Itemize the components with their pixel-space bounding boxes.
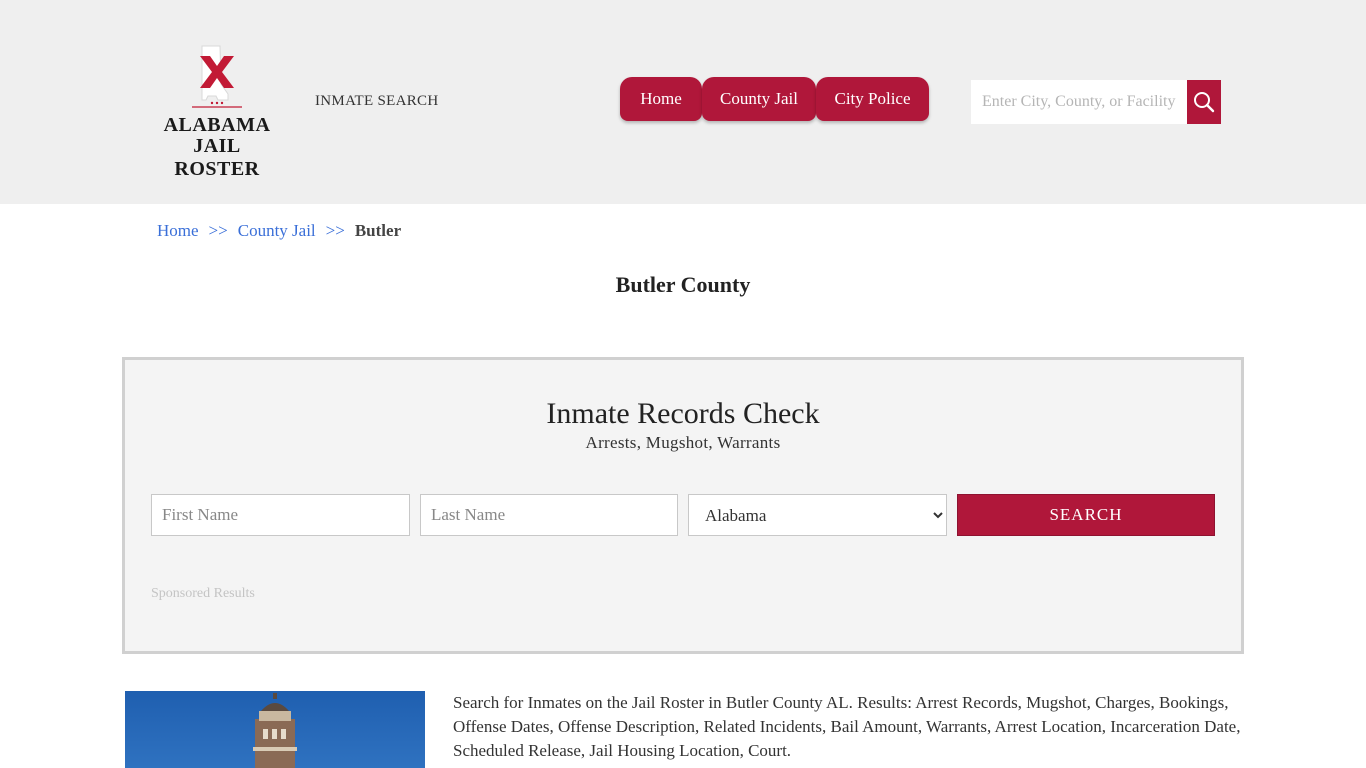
site-header: ALABAMA JAIL ROSTER INMATE SEARCH Home C… <box>0 0 1366 204</box>
records-subtitle: Arrests, Mugshot, Warrants <box>585 433 781 452</box>
logo-line-jail-roster: JAIL ROSTER <box>174 135 260 180</box>
logo-line-alabama: ALABAMA <box>163 114 271 136</box>
breadcrumb-county-jail-link[interactable]: County Jail <box>238 221 316 240</box>
courthouse-image <box>125 691 425 768</box>
records-search-button[interactable]: SEARCH <box>957 494 1215 536</box>
inmate-records-panel: Inmate Records Check Arrests, Mugshot, W… <box>122 357 1244 654</box>
header-search-button[interactable] <box>1187 80 1221 124</box>
records-title: Inmate Records Check <box>546 397 820 430</box>
facility-search-input[interactable] <box>971 80 1187 124</box>
header-search <box>971 80 1221 124</box>
state-select[interactable]: Alabama <box>688 494 947 536</box>
page-title: Butler County <box>615 272 751 297</box>
alabama-flag-map-icon <box>192 45 242 108</box>
breadcrumb-current: Butler <box>354 221 402 240</box>
inmate-search-tagline[interactable]: INMATE SEARCH <box>315 93 439 110</box>
search-icon <box>1194 92 1215 113</box>
first-name-field[interactable] <box>151 494 410 536</box>
nav-county-jail-button[interactable]: County Jail <box>702 77 816 121</box>
last-name-field[interactable] <box>420 494 678 536</box>
breadcrumb-separator: >> <box>208 221 228 240</box>
sponsored-results-label: Sponsored Results <box>151 586 255 601</box>
county-courthouse-photo <box>125 691 425 768</box>
breadcrumb-home-link[interactable]: Home <box>157 221 199 240</box>
nav-home-button[interactable]: Home <box>620 77 702 121</box>
intro-paragraph: Search for Inmates on the Jail Roster in… <box>453 693 1241 760</box>
nav-city-police-button[interactable]: City Police <box>816 77 929 121</box>
breadcrumb: Home >> County Jail >> Butler <box>157 221 401 241</box>
breadcrumb-separator: >> <box>325 221 345 240</box>
site-logo[interactable]: ALABAMA JAIL ROSTER <box>150 42 284 180</box>
